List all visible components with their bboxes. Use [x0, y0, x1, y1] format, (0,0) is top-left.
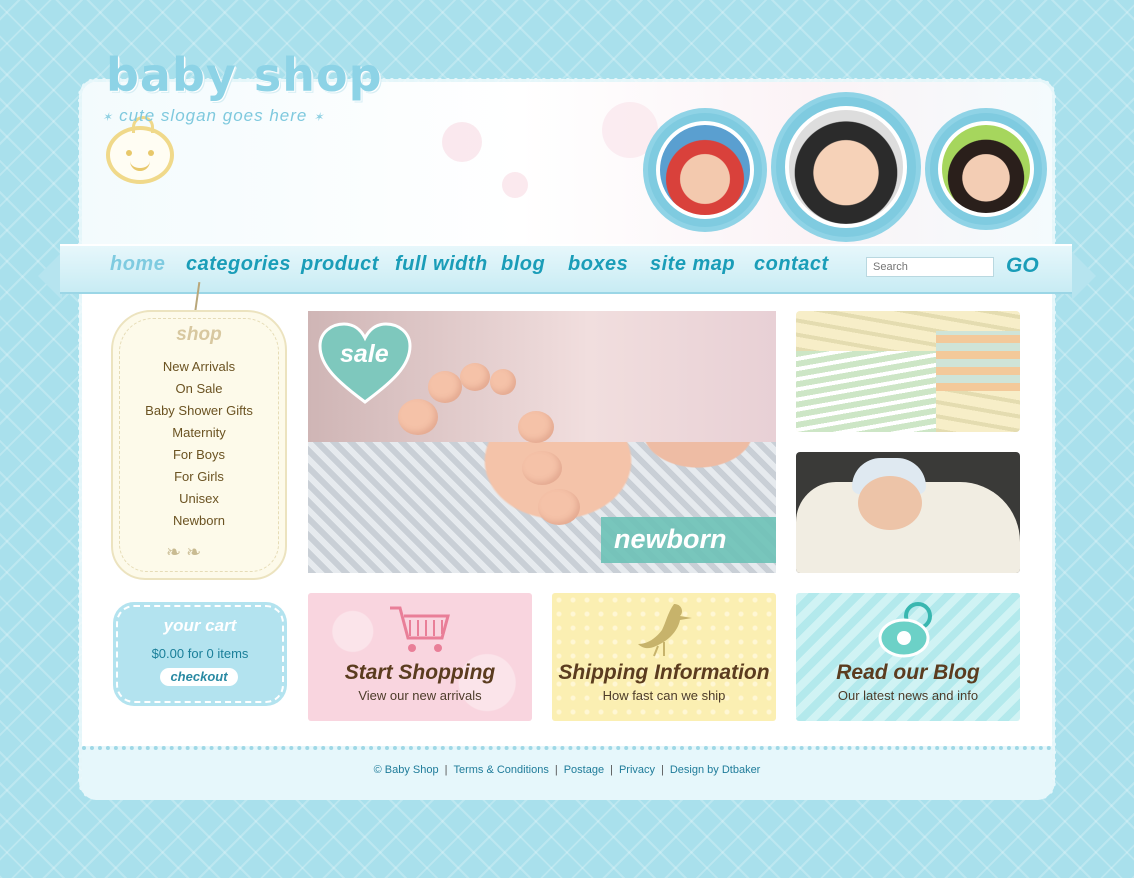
footer-links: © Baby Shop | Terms & Conditions | Postage | P… [82, 764, 1052, 776]
promo-subtitle-shipping-information: How fast can we ship [602, 688, 726, 703]
shop-link-for-girls[interactable]: For Girls [111, 469, 287, 484]
baby-photo [656, 121, 754, 219]
checkout-button[interactable]: checkout [160, 668, 238, 686]
nav-categories[interactable]: categories [186, 253, 291, 276]
baby-face-logo-icon [106, 116, 174, 184]
slogan-ornament-icon: ✶ [102, 110, 114, 124]
flower-decoration [442, 122, 482, 162]
sale-badge-text: sale [340, 340, 389, 368]
baby-portrait [776, 97, 916, 237]
footer-separator: | [444, 764, 448, 776]
nav-site-map[interactable]: site map [650, 253, 735, 276]
sleeping-baby-photo[interactable] [796, 452, 1020, 573]
birds-icon: ❧ ❧ [166, 542, 202, 562]
promo-subtitle-read-our-blog: Our latest news and info [837, 688, 979, 703]
nav-contact[interactable]: contact [754, 253, 829, 276]
footer-separator: | [554, 764, 558, 776]
footer-link-copyright[interactable]: © Baby Shop [374, 764, 439, 776]
shop-link-newborn[interactable]: Newborn [111, 513, 287, 528]
nav-product[interactable]: product [301, 253, 379, 276]
promo-title-start-shopping: Start Shopping [344, 661, 496, 684]
footer-link-terms[interactable]: Terms & Conditions [453, 764, 548, 776]
footer-separator: | [661, 764, 664, 776]
baby-portrait [648, 113, 762, 227]
baby-photo [785, 106, 907, 228]
footer-link-designer[interactable]: Design by Dtbaker [670, 764, 761, 776]
ribbon-right-fold [1072, 252, 1096, 300]
baby-portrait [930, 113, 1042, 225]
pacifier-icon [878, 602, 932, 658]
cart-summary: $0.00 for 0 items [151, 646, 249, 661]
shop-link-unisex[interactable]: Unisex [111, 491, 287, 506]
nav-blog[interactable]: blog [501, 253, 545, 276]
site-title[interactable]: baby shop [106, 48, 383, 102]
shop-link-for-boys[interactable]: For Boys [111, 447, 287, 462]
shop-link-new-arrivals[interactable]: New Arrivals [111, 359, 287, 374]
flower-decoration [602, 102, 658, 158]
shop-panel [111, 310, 287, 580]
search-go-button[interactable]: GO [1006, 254, 1039, 278]
footer-link-postage[interactable]: Postage [564, 764, 604, 776]
promo-subtitle-start-shopping: View our new arrivals [358, 688, 482, 703]
ribbon-left-fold [38, 252, 62, 300]
promo-title-shipping-information: Shipping Information [558, 661, 770, 684]
shop-link-baby-shower-gifts[interactable]: Baby Shower Gifts [111, 403, 287, 418]
site-slogan: ✶ cute slogan goes here ✶ [96, 106, 330, 126]
nav-boxes[interactable]: boxes [568, 253, 628, 276]
baby-photo [938, 121, 1034, 217]
slogan-ornament-icon: ✶ [313, 110, 325, 124]
promo-title-read-our-blog: Read our Blog [836, 661, 980, 684]
shopping-cart-icon [390, 606, 450, 652]
stork-icon [638, 604, 692, 657]
shop-link-on-sale[interactable]: On Sale [111, 381, 287, 396]
cart-title: your cart [163, 616, 237, 635]
footer-link-privacy[interactable]: Privacy [619, 764, 655, 776]
blankets-photo[interactable] [796, 311, 1020, 432]
shop-link-maternity[interactable]: Maternity [111, 425, 287, 440]
newborn-caption[interactable]: newborn [614, 524, 727, 555]
slogan-text: cute slogan goes here [119, 106, 308, 125]
nav-full-width[interactable]: full width [395, 253, 488, 276]
footer-separator: | [610, 764, 613, 776]
search-input[interactable] [866, 257, 994, 277]
nav-home[interactable]: home [110, 253, 165, 276]
flower-decoration [502, 172, 528, 198]
shop-title: shop [176, 324, 222, 345]
